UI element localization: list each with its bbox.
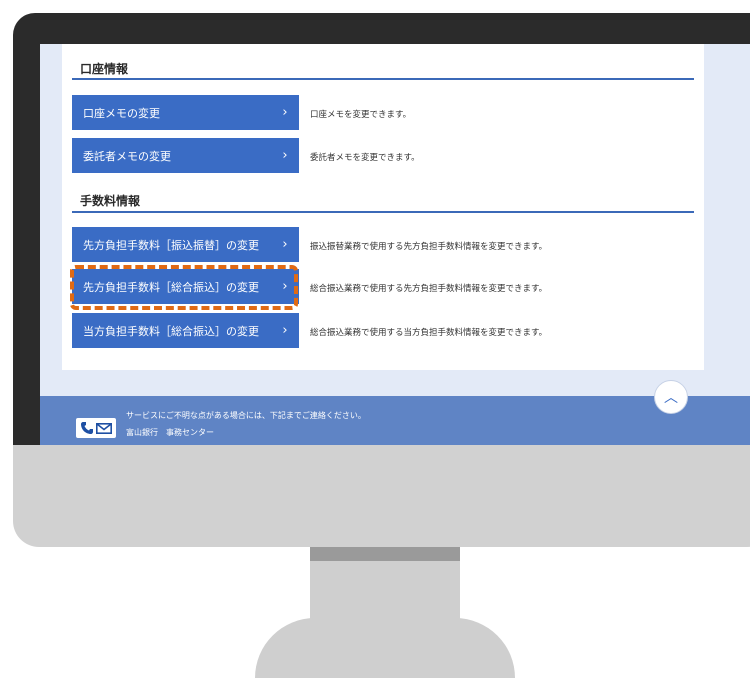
mail-icon [96, 422, 112, 434]
scroll-to-top-button[interactable]: ︿ [654, 380, 688, 414]
section-title-account: 口座情報 [80, 62, 129, 76]
button-label: 当方負担手数料［総合振込］の変更 [83, 324, 259, 338]
button-label: 委託者メモの変更 [83, 149, 171, 163]
monitor-chin [13, 445, 750, 547]
phone-icon [81, 422, 93, 434]
footer-office-name: 富山銀行 事務センター [126, 428, 214, 437]
monitor-stand-base [255, 618, 515, 678]
chevron-right-icon: › [282, 105, 288, 120]
payee-fee-transfer-button[interactable]: 先方負担手数料［振込振替］の変更 › [72, 227, 299, 262]
content-card: 口座情報 口座メモの変更 › 口座メモを変更できます。 委託者メモの変更 › 委… [62, 44, 704, 370]
chevron-right-icon: › [282, 323, 288, 338]
chevron-right-icon: › [282, 148, 288, 163]
button-label: 先方負担手数料［総合振込］の変更 [83, 280, 259, 294]
phone-mail-icon [76, 418, 116, 438]
chevron-right-icon: › [282, 279, 288, 294]
payee-fee-bulk-button[interactable]: 先方負担手数料［総合振込］の変更 › [72, 269, 299, 304]
chevron-right-icon: › [282, 237, 288, 252]
payer-fee-bulk-description: 総合振込業務で使用する当方負担手数料情報を変更できます。 [310, 328, 548, 338]
consignor-memo-button[interactable]: 委託者メモの変更 › [72, 138, 299, 173]
monitor-stand-neck [310, 547, 460, 625]
button-label: 口座メモの変更 [83, 106, 160, 120]
payer-fee-bulk-button[interactable]: 当方負担手数料［総合振込］の変更 › [72, 313, 299, 348]
consignor-memo-description: 委託者メモを変更できます。 [310, 153, 420, 163]
footer: サービスにご不明な点がある場合には、下記までご連絡ください。 富山銀行 事務セン… [40, 396, 750, 445]
section-divider [72, 78, 694, 80]
account-memo-description: 口座メモを変更できます。 [310, 110, 412, 120]
chevron-up-icon: ︿ [664, 390, 678, 406]
section-title-fee: 手数料情報 [80, 194, 141, 208]
payee-fee-bulk-description: 総合振込業務で使用する先方負担手数料情報を変更できます。 [310, 284, 548, 294]
payee-fee-transfer-description: 振込振替業務で使用する先方負担手数料情報を変更できます。 [310, 242, 548, 252]
account-memo-button[interactable]: 口座メモの変更 › [72, 95, 299, 130]
screen: 口座情報 口座メモの変更 › 口座メモを変更できます。 委託者メモの変更 › 委… [40, 44, 750, 445]
footer-contact-text: サービスにご不明な点がある場合には、下記までご連絡ください。 [126, 411, 366, 420]
section-divider [72, 211, 694, 213]
button-label: 先方負担手数料［振込振替］の変更 [83, 238, 259, 252]
